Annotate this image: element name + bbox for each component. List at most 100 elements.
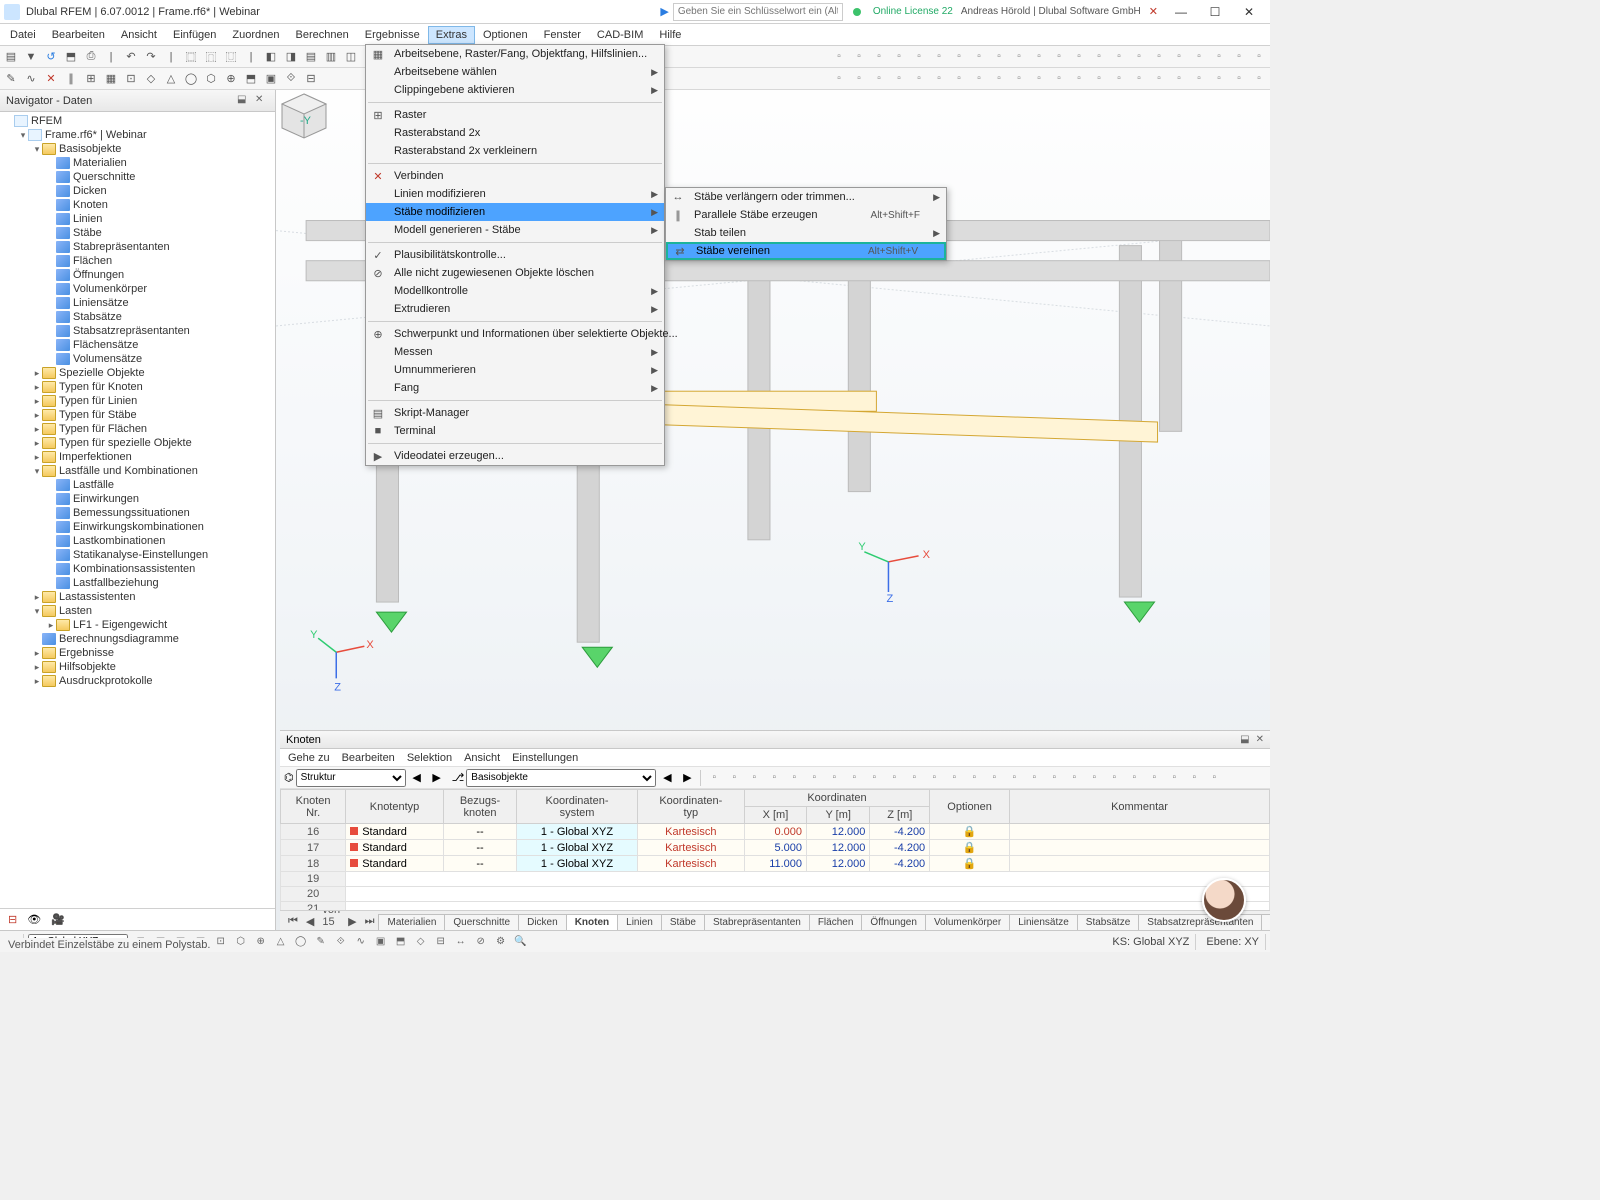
bp-tool-icon[interactable]: ▫ — [1205, 769, 1223, 787]
tree-node[interactable]: ▸Spezielle Objekte — [0, 366, 275, 380]
toolbar-icon[interactable]: ▤ — [302, 48, 320, 66]
toolbar-icon[interactable]: ▫ — [1170, 70, 1188, 88]
toolbar-icon[interactable]: △ — [162, 70, 180, 88]
status-icon[interactable]: ∿ — [352, 933, 370, 951]
menu-item[interactable]: Linien modifizieren▶ — [366, 185, 664, 203]
status-icon[interactable]: ⚙ — [492, 933, 510, 951]
tab-nav-button[interactable]: ▶ — [344, 913, 360, 930]
bp-menu-item[interactable]: Selektion — [407, 752, 452, 764]
bp-next-button[interactable]: ▶ — [428, 769, 446, 787]
toolbar-icon[interactable]: ▫ — [930, 48, 948, 66]
toolbar-icon[interactable]: ▫ — [1210, 70, 1228, 88]
toolbar-icon[interactable]: ↺ — [42, 48, 60, 66]
tree-node[interactable]: ▸Lastassistenten — [0, 590, 275, 604]
menu-item[interactable]: Rasterabstand 2x verkleinern — [366, 142, 664, 160]
status-icon[interactable]: ⊕ — [252, 933, 270, 951]
toolbar-icon[interactable]: ∿ — [22, 70, 40, 88]
tree-node[interactable]: Lastfallbeziehung — [0, 576, 275, 590]
bp-tool-icon[interactable]: ▫ — [1005, 769, 1023, 787]
tree-eye-icon[interactable]: 👁 — [27, 913, 41, 926]
status-icon[interactable]: ✎ — [312, 933, 330, 951]
toolbar-icon[interactable]: ⿴ — [182, 48, 200, 66]
toolbar-icon[interactable]: ▫ — [870, 70, 888, 88]
menu-item[interactable]: Rasterabstand 2x — [366, 124, 664, 142]
menu-item[interactable]: ✓Plausibilitätskontrolle... — [366, 246, 664, 264]
status-icon[interactable]: 🔍 — [512, 933, 530, 951]
tree-node[interactable]: ▸Typen für Linien — [0, 394, 275, 408]
toolbar-icon[interactable]: ▫ — [970, 70, 988, 88]
menu-item[interactable]: ■Terminal — [366, 422, 664, 440]
tree-node[interactable]: Volumensätze — [0, 352, 275, 366]
menu-item[interactable]: ▶Videodatei erzeugen... — [366, 447, 664, 465]
tree-node[interactable]: ▸Typen für Stäbe — [0, 408, 275, 422]
status-icon[interactable]: ⬡ — [232, 933, 250, 951]
tree-node[interactable]: Stäbe — [0, 226, 275, 240]
tree-node[interactable]: ▾Lasten — [0, 604, 275, 618]
menu-ansicht[interactable]: Ansicht — [113, 26, 165, 44]
toolbar-icon[interactable]: ◇ — [142, 70, 160, 88]
tree-node[interactable]: ▸Imperfektionen — [0, 450, 275, 464]
status-icon[interactable]: ⬒ — [392, 933, 410, 951]
tree-node[interactable]: Kombinationsassistenten — [0, 562, 275, 576]
toolbar-icon[interactable]: ▫ — [990, 48, 1008, 66]
navcube-icon[interactable]: -Y — [276, 90, 332, 146]
tab-linien[interactable]: Linien — [617, 914, 662, 930]
toolbar-icon[interactable]: ▫ — [1230, 48, 1248, 66]
toolbar-icon[interactable]: ▫ — [1010, 48, 1028, 66]
toolbar-icon[interactable]: ▫ — [950, 48, 968, 66]
bp-tool-icon[interactable]: ▫ — [945, 769, 963, 787]
menu-item[interactable]: ▦Arbeitsebene, Raster/Fang, Objektfang, … — [366, 45, 664, 63]
tab-nav-button[interactable]: ⏭ — [361, 913, 379, 930]
bp-grid[interactable]: KnotenNr.KnotentypBezugs-knotenKoordinat… — [280, 789, 1270, 910]
toolbar-icon[interactable]: ▫ — [1030, 48, 1048, 66]
bp-tool-icon[interactable]: ▫ — [965, 769, 983, 787]
tree-node[interactable]: Dicken — [0, 184, 275, 198]
tree-node[interactable]: ▸Typen für Flächen — [0, 422, 275, 436]
toolbar-icon[interactable]: ◯ — [182, 70, 200, 88]
tree-node[interactable]: Lastkombinationen — [0, 534, 275, 548]
bp-tool-icon[interactable]: ▫ — [745, 769, 763, 787]
staebe-modifizieren-submenu[interactable]: ↔Stäbe verlängern oder trimmen...▶∥Paral… — [665, 187, 947, 261]
tree-node[interactable]: ▸LF1 - Eigengewicht — [0, 618, 275, 632]
toolbar-icon[interactable]: ⊟ — [302, 70, 320, 88]
toolbar-icon[interactable]: ▫ — [830, 48, 848, 66]
bp-tool-icon[interactable]: ▫ — [905, 769, 923, 787]
menu-item[interactable]: Extrudieren▶ — [366, 300, 664, 318]
menu-optionen[interactable]: Optionen — [475, 26, 536, 44]
tree-node[interactable]: ▾Basisobjekte — [0, 142, 275, 156]
toolbar-icon[interactable]: ▫ — [850, 48, 868, 66]
menu-datei[interactable]: Datei — [2, 26, 44, 44]
menu-item[interactable]: Modell generieren - Stäbe▶ — [366, 221, 664, 239]
maximize-button[interactable]: ☐ — [1198, 1, 1232, 23]
menu-ergebnisse[interactable]: Ergebnisse — [357, 26, 428, 44]
menu-item[interactable]: Umnummerieren▶ — [366, 361, 664, 379]
bp-menu-item[interactable]: Einstellungen — [512, 752, 578, 764]
tab-flächen[interactable]: Flächen — [809, 914, 863, 930]
toolbar-icon[interactable]: ▫ — [1090, 48, 1108, 66]
tree-node[interactable]: ▸Typen für Knoten — [0, 380, 275, 394]
tree-collapse-icon[interactable]: ⊟ — [8, 913, 17, 926]
toolbar-icon[interactable]: ▫ — [1030, 70, 1048, 88]
structure-combo[interactable]: Struktur — [296, 769, 406, 787]
toolbar-icon[interactable]: | — [162, 48, 180, 66]
tab-liniensätze[interactable]: Liniensätze — [1009, 914, 1078, 930]
tree-node[interactable]: ▸Typen für spezielle Objekte — [0, 436, 275, 450]
navigator-pin-icon[interactable]: ⬓ — [237, 94, 251, 108]
toolbar-icon[interactable]: ◧ — [262, 48, 280, 66]
bp-tool-icon[interactable]: ▫ — [1125, 769, 1143, 787]
tab-querschnitte[interactable]: Querschnitte — [444, 914, 519, 930]
menu-fenster[interactable]: Fenster — [536, 26, 589, 44]
keyword-search-input[interactable] — [673, 3, 843, 21]
tab-nav-button[interactable]: ◀ — [302, 913, 318, 930]
tree-node[interactable]: RFEM — [0, 114, 275, 128]
menu-item[interactable]: ✕Verbinden — [366, 167, 664, 185]
toolbar-icon[interactable]: ↷ — [142, 48, 160, 66]
toolbar-icon[interactable]: ◨ — [282, 48, 300, 66]
toolbar-icon[interactable]: ▫ — [1110, 48, 1128, 66]
bp-tool-icon[interactable]: ▫ — [1045, 769, 1063, 787]
tree-node[interactable]: Stabrepräsentanten — [0, 240, 275, 254]
bp-next2-button[interactable]: ▶ — [678, 769, 696, 787]
bp-prev2-button[interactable]: ◀ — [658, 769, 676, 787]
toolbar-icon[interactable]: ▫ — [1250, 48, 1268, 66]
toolbar-icon[interactable]: ▫ — [910, 70, 928, 88]
